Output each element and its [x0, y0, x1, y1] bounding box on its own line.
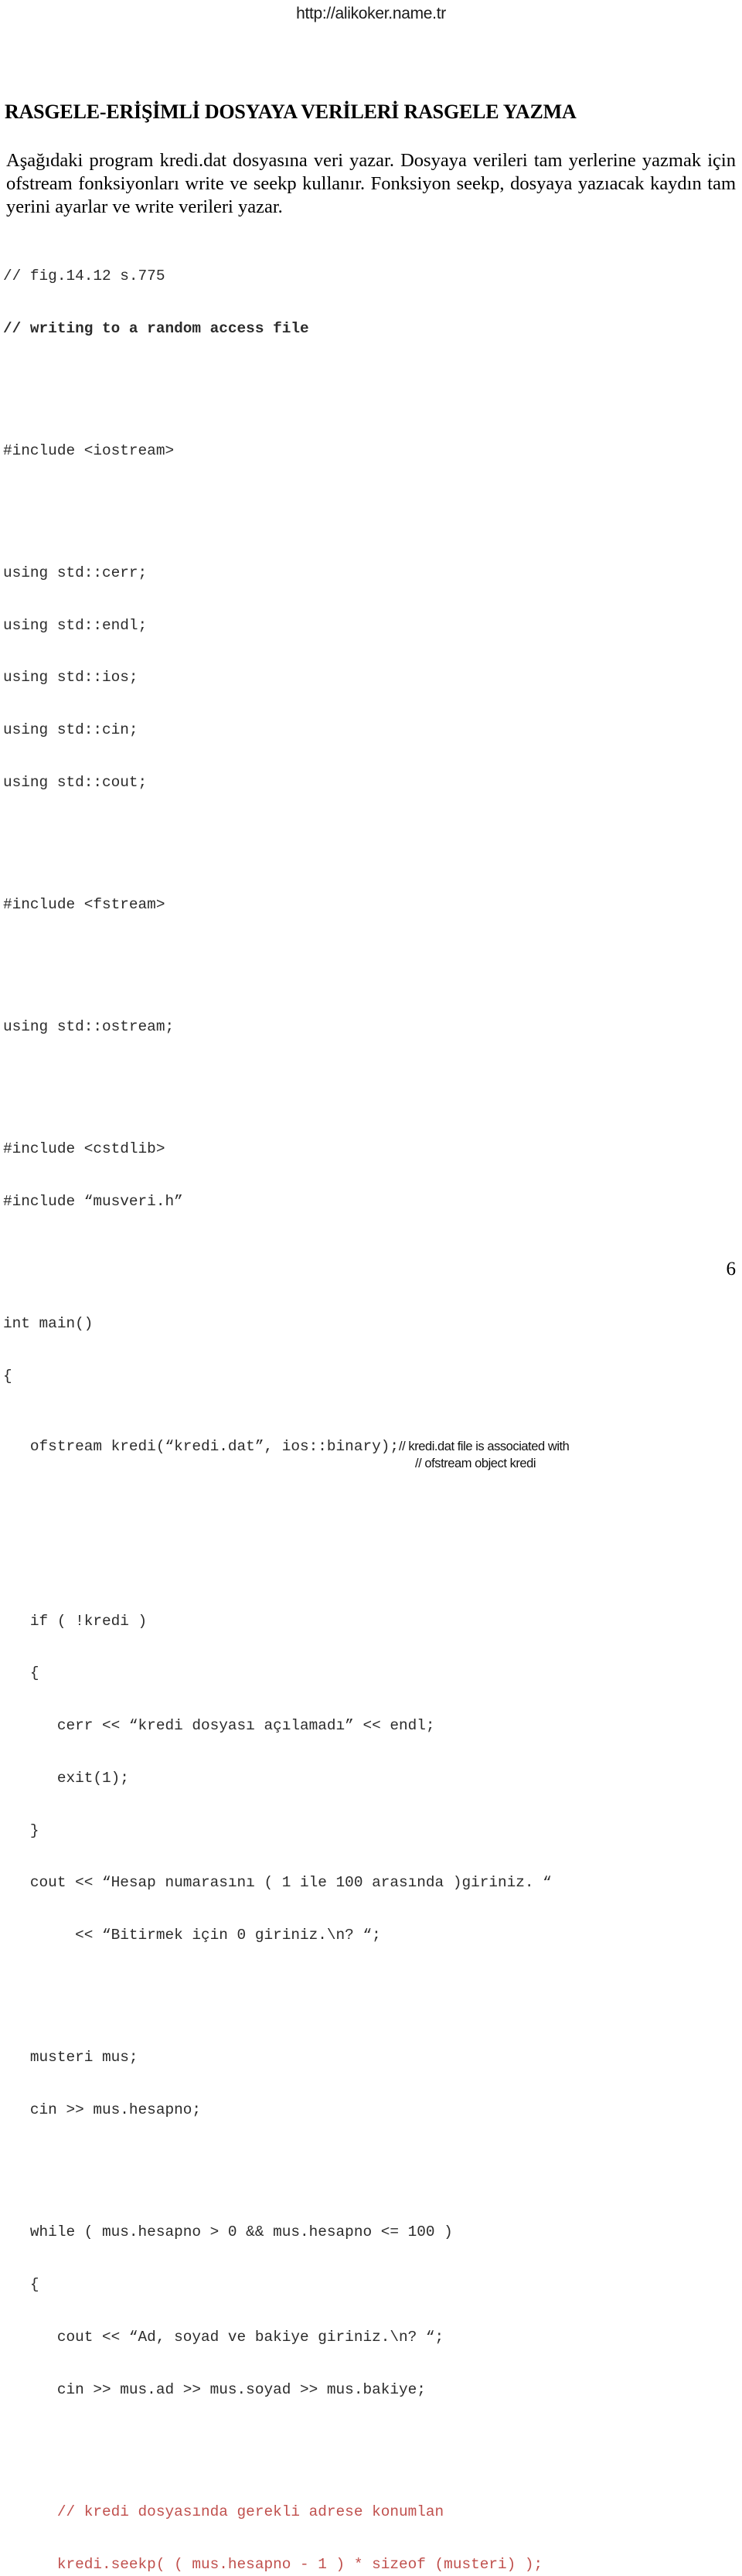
code-line-include-cstdlib: #include <cstdlib>: [3, 1140, 165, 1158]
code-line-using-cin: using std::cin;: [3, 721, 138, 739]
annotation-kredi-dat-line2: // ofstream object kredi: [415, 1456, 536, 1470]
code-line-cout-hesap-2: << “Bitirmek için 0 giriniz.\n? “;: [3, 1927, 381, 1944]
code-line-cout-ad: cout << “Ad, soyad ve bakiye giriniz.\n?…: [3, 2328, 444, 2346]
code-line-open-brace-if: {: [3, 1665, 39, 1682]
page-title: RASGELE-ERİŞİMLİ DOSYAYA VERİLERİ RASGEL…: [5, 101, 577, 124]
code-line-using-cout: using std::cout;: [3, 774, 148, 791]
code-ofstream-decl-text: ofstream kredi(“kredi.dat”, ios::binary)…: [3, 1437, 399, 1455]
document-page: http://alikoker.name.tr RASGELE-ERİŞİMLİ…: [0, 0, 742, 2573]
code-line-cin-ad: cin >> mus.ad >> mus.soyad >> mus.bakiye…: [3, 2380, 426, 2398]
code-line-include-musveri: #include “musveri.h”: [3, 1193, 183, 1211]
running-header-url: http://alikoker.name.tr: [296, 5, 446, 22]
code-line-int-main: int main(): [3, 1315, 94, 1333]
code-line-if-kredi: if ( !kredi ): [3, 1612, 148, 1630]
code-line-musteri-mus: musteri mus;: [3, 2049, 138, 2067]
intro-paragraph: Aşağıdaki program kredi.dat dosyasına ve…: [6, 149, 736, 217]
code-line-using-ostream: using std::ostream;: [3, 1018, 175, 1036]
code-line-using-cerr: using std::cerr;: [3, 564, 148, 581]
code-line-ofstream-declaration: ofstream kredi(“kredi.dat”, ios::binary)…: [3, 1437, 739, 1470]
code-line-comment-fig: // fig.14.12 s.775: [3, 267, 165, 285]
code-line-open-brace-main: {: [3, 1368, 12, 1385]
code-line-include-fstream: #include <fstream>: [3, 896, 165, 914]
code-line-exit: exit(1);: [3, 1769, 129, 1787]
code-line-comment-konumlan: // kredi dosyasında gerekli adrese konum…: [3, 2503, 444, 2520]
page-number: 6: [726, 1259, 737, 1279]
code-line-cerr: cerr << “kredi dosyası açılamadı” << end…: [3, 1717, 435, 1735]
code-line-include-iostream: #include <iostream>: [3, 441, 175, 459]
code-line-while: while ( mus.hesapno > 0 && mus.hesapno <…: [3, 2223, 453, 2241]
code-line-open-brace-while: {: [3, 2276, 39, 2294]
code-line-close-brace-if: }: [3, 1821, 39, 1839]
code-line-comment-writing: // writing to a random access file: [3, 319, 309, 337]
code-line-cout-hesap-1: cout << “Hesap numarasını ( 1 ile 100 ar…: [3, 1874, 552, 1892]
code-line-using-ios: using std::ios;: [3, 669, 138, 687]
code-line-cin-hesapno-1: cin >> mus.hesapno;: [3, 2101, 201, 2119]
code-block: // fig.14.12 s.775 // writing to a rando…: [3, 215, 739, 2576]
code-line-using-endl: using std::endl;: [3, 616, 148, 634]
code-line-seekp: kredi.seekp( ( mus.hesapno - 1 ) * sizeo…: [3, 2555, 543, 2573]
annotation-kredi-dat-line1: // kredi.dat file is associated with: [399, 1439, 570, 1453]
